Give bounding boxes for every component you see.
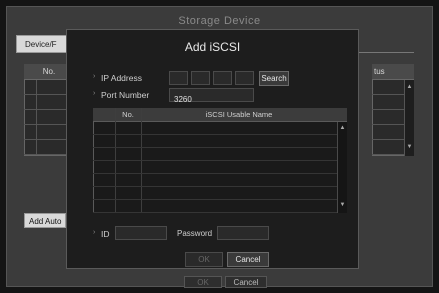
- ip-address-label: IP Address: [101, 73, 142, 83]
- scroll-up-icon[interactable]: ▲: [405, 84, 414, 90]
- ip-octet-3-input[interactable]: [213, 71, 232, 85]
- iscsi-table-header: No. iSCSI Usable Name: [93, 108, 347, 122]
- scrollbar[interactable]: ▲ ▼: [404, 80, 414, 156]
- ok-button[interactable]: OK: [185, 252, 223, 267]
- column-header-no: No.: [122, 110, 134, 119]
- id-input[interactable]: [115, 226, 167, 240]
- background-cancel-button[interactable]: Cancel: [225, 276, 267, 288]
- dialog-title: Add iSCSI: [184, 40, 241, 54]
- add-iscsi-dialog: Add iSCSI › IP Address Search › Port Num…: [66, 29, 359, 269]
- scroll-down-icon[interactable]: ▼: [338, 202, 347, 208]
- port-number-value: 3260: [174, 95, 192, 104]
- table-row[interactable]: [93, 200, 337, 213]
- table-row[interactable]: [93, 187, 337, 200]
- column-header-status: tus: [372, 64, 414, 80]
- bullet-icon: ›: [93, 73, 96, 80]
- ip-octet-2-input[interactable]: [191, 71, 210, 85]
- scrollbar[interactable]: ▲ ▼: [337, 122, 347, 213]
- bullet-icon: ›: [93, 90, 96, 97]
- ip-octet-4-input[interactable]: [235, 71, 254, 85]
- table-row[interactable]: [93, 174, 337, 187]
- id-label: ID: [101, 229, 110, 239]
- window-title: Storage Device: [178, 15, 261, 27]
- bullet-icon: ›: [93, 229, 96, 236]
- table-row[interactable]: [93, 135, 337, 148]
- cancel-button[interactable]: Cancel: [227, 252, 269, 267]
- table-row[interactable]: [93, 161, 337, 174]
- port-number-input[interactable]: 3260: [169, 88, 254, 104]
- table-row[interactable]: [93, 122, 337, 135]
- search-button[interactable]: Search: [259, 71, 289, 86]
- scroll-down-icon[interactable]: ▼: [405, 144, 414, 150]
- column-header-iscsi-name: iSCSI Usable Name: [205, 110, 273, 119]
- background-ok-button[interactable]: OK: [184, 276, 222, 288]
- table-row[interactable]: [93, 148, 337, 161]
- password-label: Password: [177, 229, 213, 238]
- ip-octet-1-input[interactable]: [169, 71, 188, 85]
- add-auto-button[interactable]: Add Auto: [24, 213, 66, 228]
- scroll-up-icon[interactable]: ▲: [338, 125, 347, 131]
- port-number-label: Port Number: [101, 90, 150, 100]
- password-input[interactable]: [217, 226, 269, 240]
